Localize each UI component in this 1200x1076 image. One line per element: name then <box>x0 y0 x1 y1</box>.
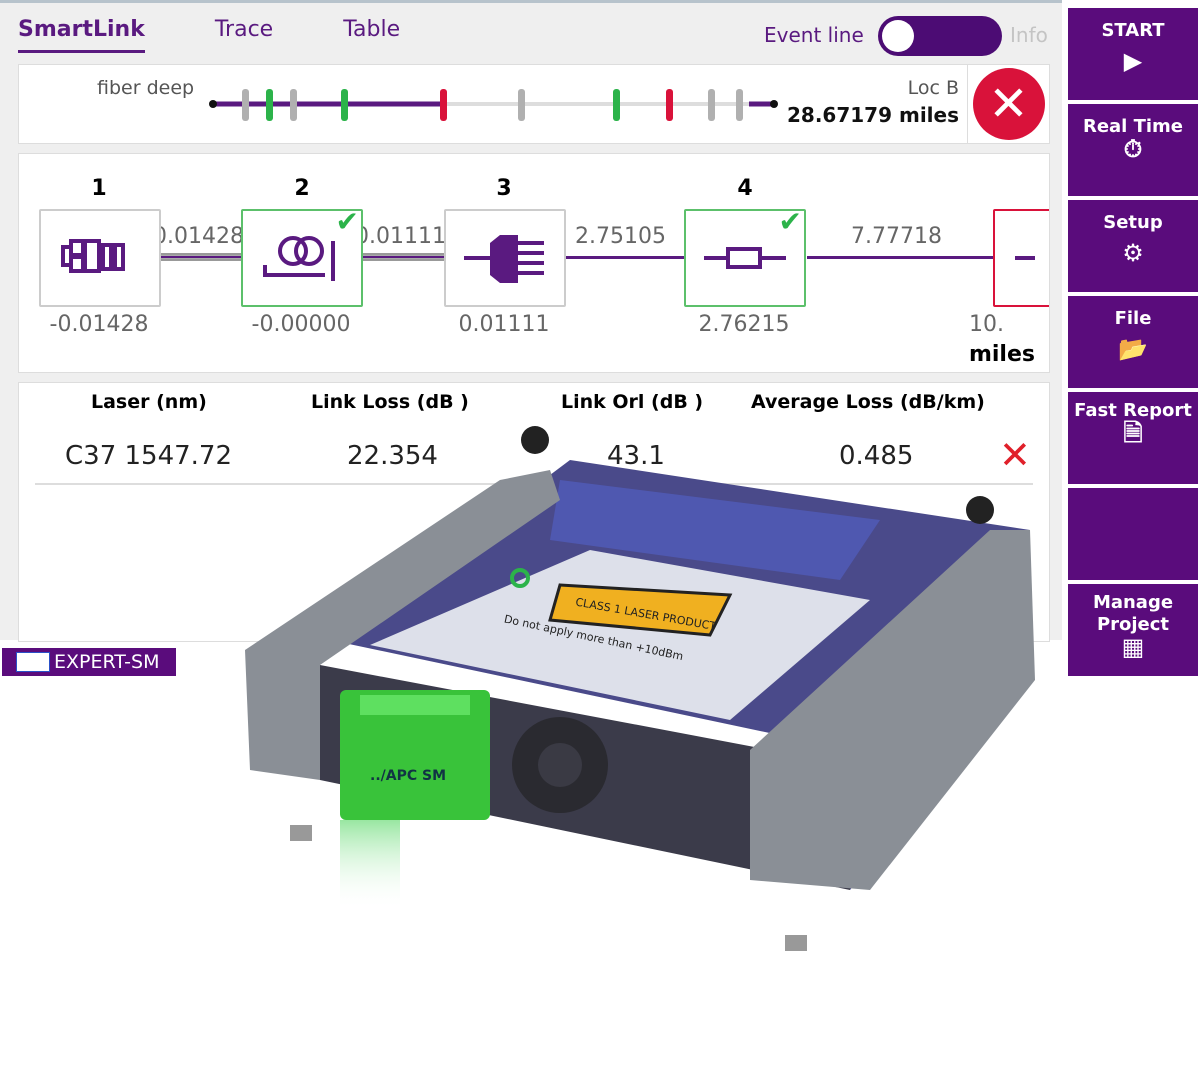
screw-icon <box>521 426 549 454</box>
event-box-4[interactable]: ✔ <box>684 205 806 307</box>
fiber-segment <box>363 253 445 261</box>
event-position: 2.76215 <box>698 312 790 337</box>
file-button[interactable]: File 📂 <box>1068 296 1198 388</box>
event-marker-gray[interactable] <box>708 89 715 121</box>
blank-button[interactable] <box>1068 488 1198 580</box>
event-icon <box>1015 256 1035 260</box>
event-position: -0.00000 <box>251 312 351 337</box>
start-button[interactable]: START ▶ <box>1068 8 1198 100</box>
file-label: File <box>1114 308 1152 329</box>
event-marker-gray[interactable] <box>242 89 249 121</box>
event-box-2[interactable]: ✔ <box>241 205 363 307</box>
tab-smartlink[interactable]: SmartLink <box>18 17 145 53</box>
event-position: 0.01111 <box>458 312 550 337</box>
event-marker-gray[interactable] <box>518 89 525 121</box>
segment-length: 7.77718 <box>851 224 942 249</box>
fiber-segment <box>807 256 995 259</box>
header-average-loss: Average Loss (dB/km) <box>751 391 985 413</box>
module-badge: EXPERT-SM <box>2 648 176 676</box>
manage-project-label: Manage Project <box>1092 592 1174 635</box>
folder-icon: 📂 <box>1118 335 1148 363</box>
link-name: fiber deep <box>97 77 195 99</box>
connector-icon <box>464 235 544 283</box>
segment-length: 0.01111 <box>355 224 446 249</box>
port-label: ../APC SM <box>370 768 446 784</box>
event-marker-gray[interactable] <box>290 89 297 121</box>
trace-icon <box>16 652 50 672</box>
pass-check-icon: ✔ <box>335 205 359 238</box>
start-label: START <box>1101 20 1165 41</box>
play-icon: ▶ <box>1123 47 1143 75</box>
gear-icon: ⚙ <box>1122 239 1144 267</box>
link-end-dot <box>770 100 778 108</box>
screw-icon <box>966 496 994 524</box>
fiber-segment <box>161 253 241 261</box>
event-box-1[interactable] <box>39 209 161 307</box>
info-label[interactable]: Info <box>1010 23 1048 47</box>
fail-x-icon: ✕ <box>972 68 1045 140</box>
event-box-5[interactable] <box>993 209 1049 307</box>
event-marker-green[interactable] <box>266 89 273 121</box>
event-number: 3 <box>496 176 512 201</box>
tab-trace[interactable]: Trace <box>215 17 273 53</box>
event-line-label: Event line <box>764 23 864 47</box>
event-marker-green[interactable] <box>341 89 348 121</box>
module-name: EXPERT-SM <box>54 651 160 673</box>
distance-unit: miles <box>968 342 1035 367</box>
segment-length: 0.01428 <box>153 224 244 249</box>
real-time-button[interactable]: Real Time ⏱ <box>1068 104 1198 196</box>
link-status-button[interactable]: ✕ <box>967 65 1049 143</box>
otdr-module-photo: CLASS 1 LASER PRODUCT Do not apply more … <box>245 426 1035 951</box>
fast-report-button[interactable]: Fast Report 🗎 <box>1068 392 1198 484</box>
sidebar: START ▶ Real Time ⏱ Setup ⚙ File 📂 Fast Repo… <box>1068 8 1198 680</box>
event-number: 2 <box>294 176 310 201</box>
link-start-dot <box>209 100 217 108</box>
event-position: 10. <box>969 312 1004 337</box>
grid-icon: ▦ <box>1121 633 1145 661</box>
event-line-toggle[interactable] <box>878 16 1002 56</box>
event-number: 1 <box>91 176 107 201</box>
toggle-knob <box>882 20 914 52</box>
link-map[interactable] <box>199 65 799 145</box>
setup-label: Setup <box>1103 212 1163 233</box>
event-marker-gray[interactable] <box>736 89 743 121</box>
header-link-loss: Link Loss (dB ) <box>311 391 469 413</box>
setup-button[interactable]: Setup ⚙ <box>1068 200 1198 292</box>
event-marker-green[interactable] <box>613 89 620 121</box>
real-time-label: Real Time <box>1082 116 1184 137</box>
pass-check-icon: ✔ <box>778 205 802 238</box>
stopwatch-icon: ⏱ <box>1123 135 1143 163</box>
tab-table[interactable]: Table <box>343 17 400 53</box>
event-number: 4 <box>737 176 753 201</box>
event-position: -0.01428 <box>49 312 149 337</box>
header-laser: Laser (nm) <box>91 391 207 413</box>
event-diagram: 1 2 3 4 0.01428 0.01111 2.75105 7.77718 … <box>18 153 1050 373</box>
tab-bar: SmartLink Trace Table <box>18 17 470 53</box>
launch-connector-icon <box>61 239 125 273</box>
event-box-3[interactable] <box>444 209 566 307</box>
fast-report-label: Fast Report <box>1074 400 1192 421</box>
event-marker-red[interactable] <box>440 89 447 121</box>
link-overview: fiber deep Loc B 28.67179 miles ✕ <box>18 64 1050 144</box>
segment-length: 2.75105 <box>575 224 666 249</box>
header-link-orl: Link Orl (dB ) <box>561 391 704 413</box>
manage-project-button[interactable]: Manage Project ▦ <box>1068 584 1198 676</box>
loc-b-label: Loc B <box>907 77 959 99</box>
laser-value: C37 1547.72 <box>65 441 233 471</box>
link-distance: 28.67179 miles <box>787 103 959 127</box>
fiber-segment <box>565 256 685 259</box>
event-marker-red[interactable] <box>666 89 673 121</box>
report-icon: 🗎 <box>1123 419 1143 447</box>
